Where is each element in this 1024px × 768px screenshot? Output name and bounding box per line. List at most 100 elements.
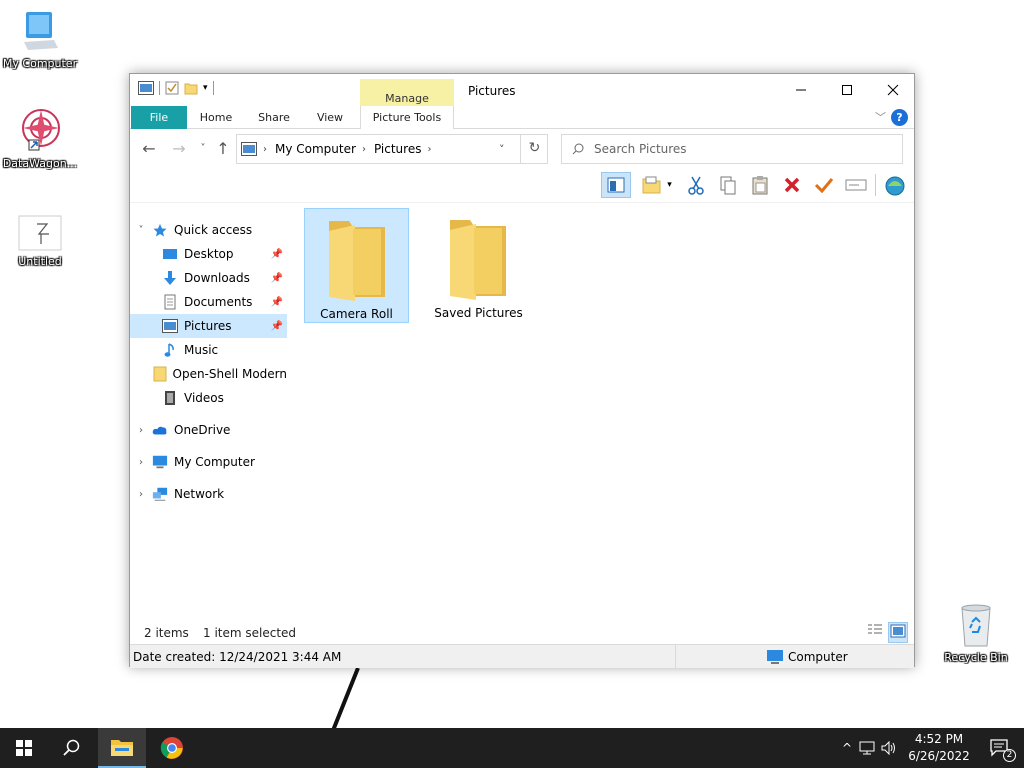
- pin-icon[interactable]: 📌: [271, 321, 283, 332]
- nav-label: Open-Shell Modern: [172, 367, 288, 381]
- rename-icon: [845, 179, 867, 191]
- breadcrumb-separator[interactable]: ›: [427, 144, 431, 155]
- copy-icon: [720, 176, 736, 195]
- desktop-icon-recycle-bin[interactable]: Recycle Bin: [936, 602, 1016, 664]
- window-title: Pictures: [468, 84, 516, 98]
- forward-button[interactable]: →: [168, 139, 190, 159]
- search-button[interactable]: [48, 728, 96, 768]
- nav-onedrive[interactable]: › OneDrive: [130, 418, 287, 442]
- desktop-icon-untitled[interactable]: Untitled: [0, 214, 80, 268]
- address-bar[interactable]: › My Computer › Pictures › ˅: [236, 134, 548, 164]
- recent-locations-icon[interactable]: ˅: [192, 139, 214, 159]
- nav-downloads[interactable]: Downloads 📌: [130, 266, 287, 290]
- properties-button[interactable]: [811, 172, 837, 198]
- tab-file[interactable]: File: [131, 106, 187, 129]
- action-center-button[interactable]: 2: [976, 728, 1024, 768]
- details-view-icon: [868, 624, 882, 634]
- pictures-icon: [162, 318, 178, 334]
- collapse-icon[interactable]: ˅: [130, 225, 152, 236]
- show-hidden-icons-icon[interactable]: ^: [838, 741, 856, 755]
- pin-icon[interactable]: 📌: [271, 273, 283, 284]
- nav-label: Downloads: [184, 271, 250, 285]
- desktop-icon-datawagon[interactable]: DataWagon...: [0, 106, 80, 170]
- expand-icon[interactable]: ›: [130, 425, 152, 436]
- address-dropdown-icon[interactable]: ˅: [499, 143, 505, 156]
- computer-icon: [24, 12, 58, 50]
- expand-icon[interactable]: ›: [130, 489, 152, 500]
- shell-button[interactable]: [882, 172, 908, 198]
- details-view-button[interactable]: [866, 622, 884, 643]
- minimize-icon: [796, 89, 806, 91]
- quick-access-toolbar: ▾: [138, 81, 214, 95]
- maximize-button[interactable]: [824, 74, 870, 106]
- ribbon-tabs: File Home Share View Picture Tools: [130, 106, 914, 129]
- breadcrumb-separator[interactable]: ›: [263, 144, 267, 155]
- folder-name: Saved Pictures: [434, 306, 523, 320]
- search-placeholder: Search Pictures: [594, 142, 687, 156]
- large-icons-view-button[interactable]: [888, 622, 908, 643]
- properties-icon[interactable]: [165, 81, 179, 95]
- manage-label: Manage: [385, 92, 429, 105]
- up-button[interactable]: ↑: [212, 139, 234, 159]
- start-button[interactable]: [0, 728, 48, 768]
- nav-network[interactable]: › Network: [130, 482, 287, 506]
- downloads-icon: [162, 270, 178, 286]
- expand-ribbon-icon[interactable]: ﹀: [875, 109, 886, 125]
- large-icons-view-icon: [890, 624, 906, 638]
- breadcrumb-separator[interactable]: ›: [362, 144, 366, 155]
- help-button[interactable]: ?: [891, 109, 908, 126]
- back-button[interactable]: ←: [138, 139, 160, 159]
- folder-options-button[interactable]: ▾: [637, 172, 677, 198]
- expand-icon[interactable]: ›: [130, 457, 152, 468]
- tab-picture-tools[interactable]: Picture Tools: [360, 106, 454, 129]
- nav-desktop[interactable]: Desktop 📌: [130, 242, 287, 266]
- taskbar-chrome[interactable]: [148, 728, 196, 768]
- paste-button[interactable]: [747, 172, 773, 198]
- delete-button[interactable]: [779, 172, 805, 198]
- minimize-button[interactable]: [778, 74, 824, 106]
- folder-tile-saved-pictures[interactable]: Saved Pictures: [426, 208, 531, 323]
- nav-pictures[interactable]: Pictures 📌: [130, 314, 287, 338]
- volume-icon[interactable]: [878, 741, 900, 755]
- nav-quick-access[interactable]: ˅ Quick access: [130, 218, 287, 242]
- music-icon: [162, 342, 178, 358]
- computer-icon: [766, 649, 784, 668]
- location-label: Computer: [788, 650, 848, 664]
- taskbar-file-explorer[interactable]: [98, 728, 146, 768]
- search-input[interactable]: Search Pictures: [561, 134, 903, 164]
- tab-view[interactable]: View: [306, 106, 354, 129]
- title-bar[interactable]: ▾ Manage Pictures: [130, 74, 916, 128]
- taskbar: ^ 4:52 PM 6/26/2022 2: [0, 728, 1024, 768]
- nav-open-shell-modern[interactable]: Open-Shell Modern: [130, 362, 287, 386]
- tab-share[interactable]: Share: [248, 106, 300, 129]
- nav-label: Network: [174, 487, 225, 501]
- pin-icon[interactable]: 📌: [271, 297, 283, 308]
- nav-videos[interactable]: Videos: [130, 386, 287, 410]
- copy-button[interactable]: [715, 172, 741, 198]
- breadcrumb-pictures[interactable]: Pictures: [374, 142, 422, 156]
- rename-button[interactable]: [843, 172, 869, 198]
- refresh-button[interactable]: ↻: [520, 134, 548, 164]
- breadcrumb-my-computer[interactable]: My Computer: [275, 142, 356, 156]
- nav-my-computer[interactable]: › My Computer: [130, 450, 287, 474]
- status-bar: 2 items 1 item selected: [130, 624, 914, 644]
- pin-icon[interactable]: 📌: [271, 249, 283, 260]
- desktop-icon-my-computer[interactable]: My Computer: [0, 8, 80, 70]
- selection-count: 1 item selected: [203, 626, 297, 640]
- classic-toolbar: ▾: [601, 170, 908, 200]
- folder-tile-camera-roll[interactable]: Camera Roll: [304, 208, 409, 323]
- cut-button[interactable]: [683, 172, 709, 198]
- network-status-icon[interactable]: [856, 741, 878, 755]
- folder-icon: [450, 220, 506, 300]
- clock[interactable]: 4:52 PM 6/26/2022: [906, 731, 972, 765]
- nav-music[interactable]: Music: [130, 338, 287, 362]
- window-menu-icon[interactable]: [138, 81, 154, 95]
- recycle-bin-icon: [961, 604, 991, 647]
- tab-home[interactable]: Home: [192, 106, 240, 129]
- close-button[interactable]: [870, 74, 916, 106]
- nav-label: OneDrive: [174, 423, 231, 437]
- customize-qat-icon[interactable]: ▾: [203, 83, 208, 93]
- preview-pane-button[interactable]: [601, 172, 631, 198]
- nav-documents[interactable]: Documents 📌: [130, 290, 287, 314]
- new-folder-icon[interactable]: [184, 81, 198, 95]
